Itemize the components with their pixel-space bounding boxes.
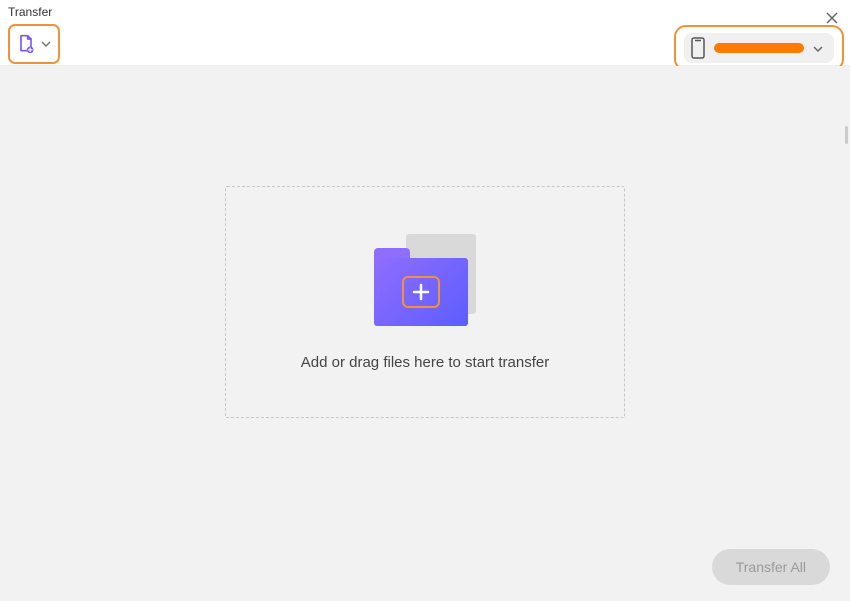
- device-name-redacted: [714, 43, 804, 53]
- window-title: Transfer: [8, 5, 52, 19]
- transfer-all-button: Transfer All: [712, 549, 830, 585]
- device-selector-group: [674, 25, 844, 71]
- phone-icon: [690, 37, 706, 59]
- drop-zone-hint: Add or drag files here to start transfer: [301, 354, 549, 371]
- document-add-icon: [16, 34, 36, 54]
- title-bar: Transfer: [0, 0, 850, 24]
- chevron-down-icon: [40, 38, 52, 50]
- plus-icon: [402, 276, 440, 308]
- toolbar: [0, 24, 850, 66]
- add-file-button[interactable]: [8, 24, 60, 64]
- folder-add-icon: [374, 234, 476, 326]
- device-selector[interactable]: [684, 33, 834, 63]
- chevron-down-icon: [812, 42, 824, 54]
- scrollbar-thumb[interactable]: [845, 126, 848, 144]
- content-area: Add or drag files here to start transfer…: [0, 66, 850, 601]
- device-selector-highlight: [674, 25, 844, 71]
- drop-zone[interactable]: Add or drag files here to start transfer: [225, 186, 625, 418]
